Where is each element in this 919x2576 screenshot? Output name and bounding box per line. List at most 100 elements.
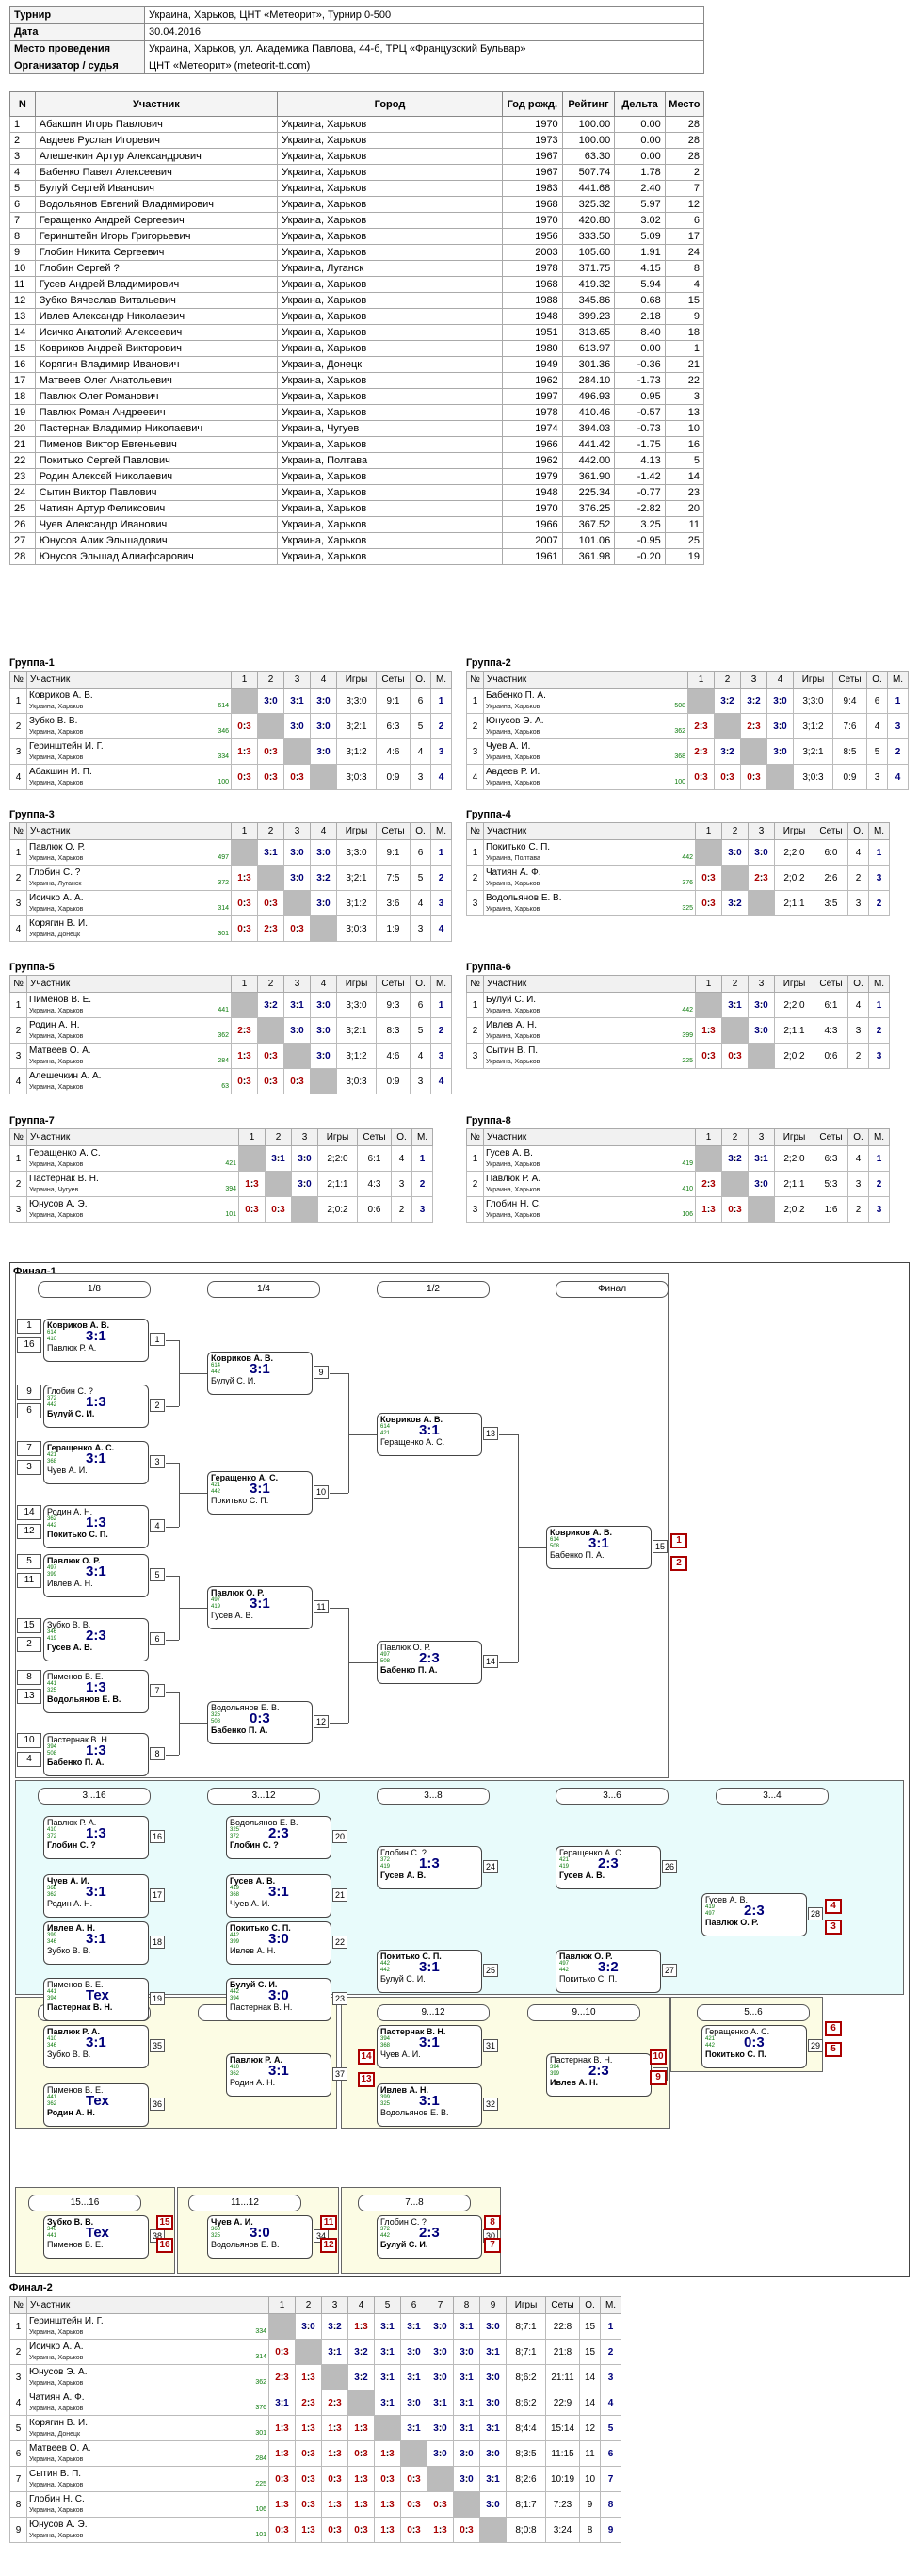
score-cell: 3:0 xyxy=(295,2313,322,2340)
group-row: 7 Сытин В. П. Украина, Харьков 225 0:3 0:3 0:3… xyxy=(9,2466,621,2492)
player-rating: 301 xyxy=(255,2429,266,2437)
row-no: 3 xyxy=(466,1196,484,1223)
score-cell: 0:3 xyxy=(427,2491,454,2518)
participant-cell: 8.40 xyxy=(614,324,666,341)
row-participant: Водольянов Е. В. Украина, Харьков 325 xyxy=(483,890,696,916)
connector-line xyxy=(518,1547,546,1548)
participant-cell: Родин Алексей Николаевич xyxy=(34,468,279,485)
col-num: 4 xyxy=(310,975,337,993)
score-cell: 1:3 xyxy=(231,1043,258,1069)
col-games: Игры xyxy=(336,822,377,840)
row-points: 4 xyxy=(866,713,888,739)
participant-cell: Украина, Полтава xyxy=(277,452,503,469)
player-name: Сытин В. П. xyxy=(486,1045,539,1056)
row-no: 2 xyxy=(466,865,484,891)
participant-cell: 3 xyxy=(664,388,705,405)
participant-row: 7 Геращенко Андрей Сергеевич Украина, Харь… xyxy=(9,212,705,229)
diagonal-cell xyxy=(748,1196,775,1223)
diagonal-cell xyxy=(766,764,794,790)
player-name: Ковриков А. В. xyxy=(29,689,93,701)
group-row: 2 Исичко А. А. Украина, Харьков 314 0:3 3:1 3:… xyxy=(9,2339,621,2365)
participant-cell: Украина, Харьков xyxy=(277,164,503,181)
score-cell: 3:0 xyxy=(766,688,794,714)
col-num: 4 xyxy=(347,2296,375,2314)
row-sets: 11:15 xyxy=(545,2440,580,2467)
match-player2: Родин А. Н. xyxy=(47,1899,93,1908)
col-points: О. xyxy=(847,975,869,993)
row-games: 2;1:1 xyxy=(774,1017,814,1044)
score-cell: 3:0 xyxy=(453,2466,480,2492)
participant-cell: 1979 xyxy=(501,468,563,485)
row-place: 4 xyxy=(887,764,909,790)
participant-cell: Авдеев Руслан Игоревич xyxy=(34,132,279,149)
participant-cell: 2007 xyxy=(501,532,563,549)
player-name: Пименов В. Е. xyxy=(29,994,92,1005)
score-cell: 0:3 xyxy=(231,1068,258,1094)
row-games: 3;0:3 xyxy=(793,764,833,790)
participant-cell: 5.97 xyxy=(614,196,666,213)
diagonal-cell xyxy=(257,865,284,891)
score-cell: 3:0 xyxy=(721,839,749,866)
row-no: 3 xyxy=(466,1043,484,1069)
participant-row: 22 Покитько Сергей Павлович Украина, Полта… xyxy=(9,452,705,469)
col-participant: Участник xyxy=(26,1128,239,1146)
score-cell: 3:0 xyxy=(479,2313,507,2340)
participant-cell: Украина, Харьков xyxy=(277,548,503,565)
row-sets: 21:11 xyxy=(545,2364,580,2390)
score-cell: 0:3 xyxy=(268,2339,296,2365)
row-no: 9 xyxy=(9,2517,27,2543)
group-row: 8 Глобин Н. С. Украина, Харьков 106 1:3 0:3 1:… xyxy=(9,2491,621,2518)
bracket-match: Павлюк О. Р. 497 442 Покитько С. П. 3:2 … xyxy=(556,1950,677,1993)
diagonal-cell xyxy=(295,2339,322,2365)
participant-cell: 14 xyxy=(664,468,705,485)
player-name: Корягин В. И. xyxy=(29,2417,88,2428)
header-cell: Место xyxy=(664,91,705,117)
row-no: 4 xyxy=(9,1068,27,1094)
score-cell: 2:3 xyxy=(748,865,775,891)
col-participant: Участник xyxy=(483,1128,696,1146)
row-no: 3 xyxy=(466,890,484,916)
score-cell: 3:1 xyxy=(400,2313,427,2340)
match-score: 2:3 xyxy=(419,1650,440,1666)
score-cell: 3:0 xyxy=(291,1145,318,1172)
col-participant: Участник xyxy=(26,975,232,993)
score-cell: 3:0 xyxy=(291,1171,318,1197)
participant-cell: Украина, Харьков xyxy=(277,436,503,453)
col-participant: Участник xyxy=(26,822,232,840)
match-score: 3:0 xyxy=(250,2225,270,2241)
row-no: 6 xyxy=(9,2440,27,2467)
row-no: 3 xyxy=(9,1043,27,1069)
match-score: 3:1 xyxy=(86,1563,106,1580)
group-table: № Участник 1 2 3 4 Игры Сеты О. М. 1 Бабенко П. А. У… xyxy=(466,671,909,790)
participant-cell: Украина, Харьков xyxy=(277,228,503,245)
row-participant: Павлюк Р. А. Украина, Харьков 410 xyxy=(483,1171,696,1197)
row-no: 1 xyxy=(9,2313,27,2340)
match-score: 3:1 xyxy=(250,1481,270,1497)
col-num: 1 xyxy=(695,822,722,840)
player-city: Украина, Харьков xyxy=(29,2405,84,2412)
score-cell: 3:2 xyxy=(310,865,337,891)
score-cell: 0:3 xyxy=(231,764,258,790)
connector-line xyxy=(499,1662,518,1663)
score-cell: 3:0 xyxy=(310,890,337,916)
participant-cell: 15 xyxy=(664,292,705,309)
score-cell: 1:3 xyxy=(238,1171,266,1197)
player-name: Ивлев А. Н. xyxy=(486,1019,537,1030)
final-place-marker: 2 xyxy=(670,1556,687,1571)
tournament-info-table: Турнир Украина, Харьков, ЦНТ «Метеорит», … xyxy=(9,6,704,74)
player-name: Водольянов Е. В. xyxy=(486,892,562,903)
row-no: 2 xyxy=(466,1017,484,1044)
row-games: 3;1:2 xyxy=(336,890,377,916)
match-player2: Покитько С. П. xyxy=(559,1974,618,1984)
final-place-marker: 6 xyxy=(825,2021,842,2036)
score-cell: 0:3 xyxy=(321,2466,348,2492)
participant-cell: Зубко Вячеслав Витальевич xyxy=(34,292,279,309)
row-games: 3;0:3 xyxy=(336,764,377,790)
diagonal-cell xyxy=(283,1043,311,1069)
player-city: Украина, Харьков xyxy=(29,1211,84,1219)
player-city: Украина, Харьков xyxy=(486,1058,540,1065)
participant-row: 17 Матвеев Олег Анатольевич Украина, Харьк… xyxy=(9,372,705,389)
bracket-match: Пастернак В. Н. 394 368 Чуев А. И. 3:1 3… xyxy=(377,2025,498,2068)
participant-cell: 25 xyxy=(9,500,36,517)
score-cell: 3:0 xyxy=(283,1017,311,1044)
